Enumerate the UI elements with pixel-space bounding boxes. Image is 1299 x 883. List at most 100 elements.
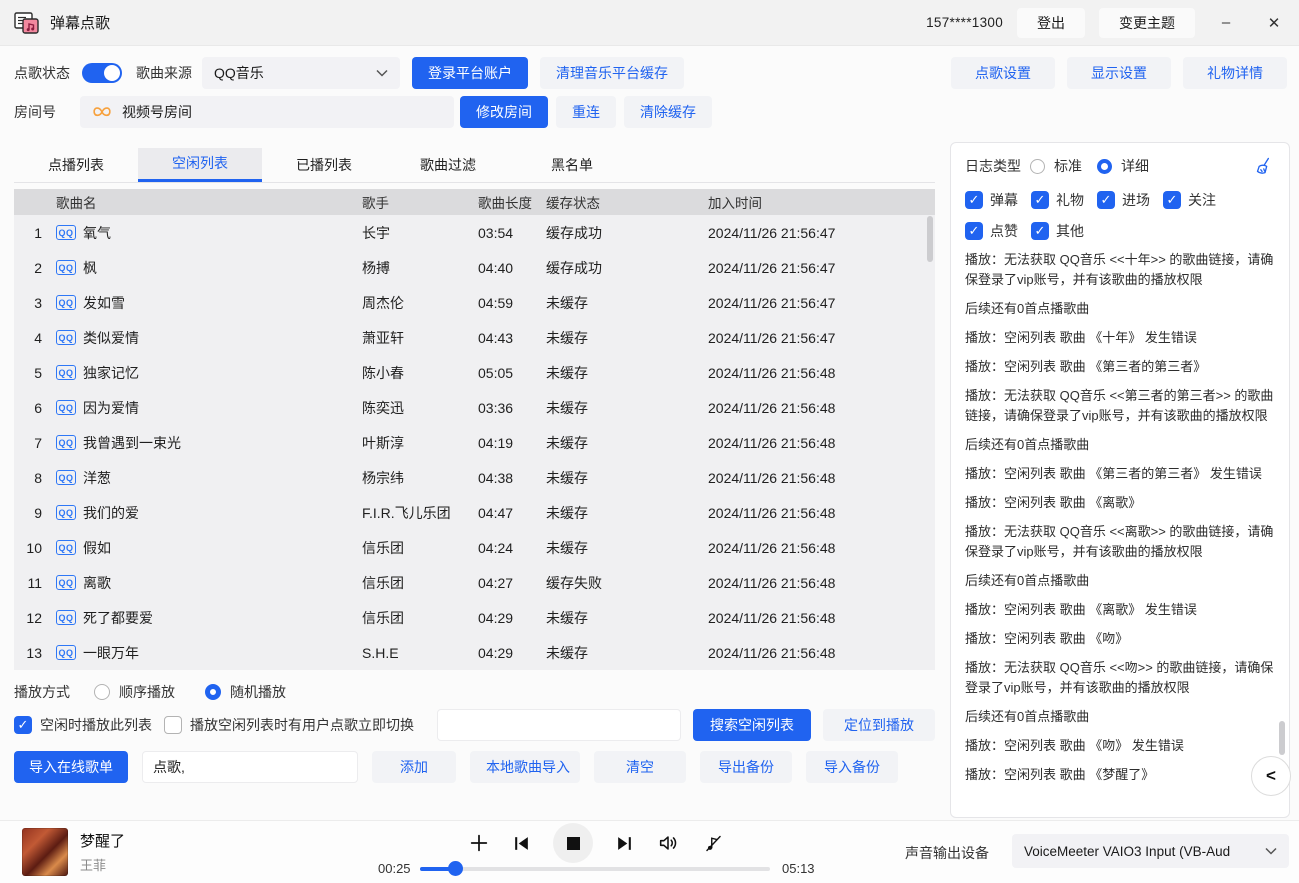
log-entry: 播放：空闲列表 歌曲 《离歌》 xyxy=(965,493,1275,513)
tab-blacklist[interactable]: 黑名单 xyxy=(510,148,634,182)
log-filter-checkbox[interactable]: 进场 xyxy=(1097,190,1150,210)
song-name: 因为爱情 xyxy=(83,398,139,418)
log-type-detailed-radio[interactable]: 详细 xyxy=(1097,156,1149,176)
log-entry: 播放：空闲列表 歌曲 《吻》 发生错误 xyxy=(965,736,1275,756)
tab-song-filter[interactable]: 歌曲过滤 xyxy=(386,148,510,182)
chevron-down-icon xyxy=(366,69,388,77)
log-type-standard-radio[interactable]: 标准 xyxy=(1030,156,1082,176)
table-row[interactable]: 13 QQ 一眼万年 S.H.E 04:29 未缓存 2024/11/26 21… xyxy=(14,635,935,670)
song-request-toggle[interactable] xyxy=(82,63,122,83)
tab-played-list[interactable]: 已播列表 xyxy=(262,148,386,182)
close-icon[interactable]: ✕ xyxy=(1257,8,1291,38)
reconnect-button[interactable]: 重连 xyxy=(556,96,616,128)
volume-icon xyxy=(656,832,680,854)
header-artist: 歌手 xyxy=(362,192,478,212)
clear-log-button[interactable] xyxy=(1255,156,1275,176)
table-row[interactable]: 1 QQ 氧气 长宇 03:54 缓存成功 2024/11/26 21:56:4… xyxy=(14,215,935,250)
audio-output-select[interactable]: VoiceMeeter VAIO3 Input (VB-Aud xyxy=(1012,834,1289,868)
log-filter-label: 其他 xyxy=(1056,221,1084,241)
locate-playing-button[interactable]: 定位到播放 xyxy=(823,709,935,741)
log-filter-checkbox[interactable]: 礼物 xyxy=(1031,190,1084,210)
random-play-radio[interactable]: 随机播放 xyxy=(205,682,286,702)
volume-button[interactable] xyxy=(656,832,680,854)
display-settings-button[interactable]: 显示设置 xyxy=(1067,57,1171,89)
log-filter-checkbox[interactable]: 弹幕 xyxy=(965,190,1018,210)
local-import-button[interactable]: 本地歌曲导入 xyxy=(470,751,580,783)
search-idle-list-button[interactable]: 搜索空闲列表 xyxy=(693,709,811,741)
song-name: 一眼万年 xyxy=(83,643,139,663)
collapse-log-panel-button[interactable]: < xyxy=(1251,756,1291,796)
minimize-icon[interactable]: – xyxy=(1209,8,1243,38)
previous-track-button[interactable] xyxy=(512,834,531,853)
song-source-select[interactable]: QQ音乐 xyxy=(202,57,400,89)
table-row[interactable]: 4 QQ 类似爱情 萧亚轩 04:43 未缓存 2024/11/26 21:56… xyxy=(14,320,935,355)
import-online-playlist-button[interactable]: 导入在线歌单 xyxy=(14,751,128,783)
cache-status: 缓存成功 xyxy=(546,258,694,278)
export-backup-button[interactable]: 导出备份 xyxy=(700,751,792,783)
logout-button[interactable]: 登出 xyxy=(1017,8,1085,38)
gift-details-button[interactable]: 礼物详情 xyxy=(1183,57,1287,89)
log-entry: 播放：空闲列表 歌曲 《第三者的第三者》 xyxy=(965,357,1275,377)
row-index: 4 xyxy=(14,330,56,346)
song-request-settings-button[interactable]: 点歌设置 xyxy=(951,57,1055,89)
table-row[interactable]: 7 QQ 我曾遇到一束光 叶斯淳 04:19 未缓存 2024/11/26 21… xyxy=(14,425,935,460)
switch-on-request-checkbox[interactable]: 播放空闲列表时有用户点歌立即切换 xyxy=(164,715,414,735)
clear-list-button[interactable]: 清空 xyxy=(594,751,686,783)
table-row[interactable]: 10 QQ 假如 信乐团 04:24 未缓存 2024/11/26 21:56:… xyxy=(14,530,935,565)
tab-idle-list[interactable]: 空闲列表 xyxy=(138,148,262,182)
table-row[interactable]: 2 QQ 枫 杨搏 04:40 缓存成功 2024/11/26 21:56:47 xyxy=(14,250,935,285)
table-row[interactable]: 9 QQ 我们的爱 F.I.R.飞儿乐团 04:47 未缓存 2024/11/2… xyxy=(14,495,935,530)
add-button[interactable]: 添加 xyxy=(372,751,456,783)
log-filter-checkbox[interactable]: 关注 xyxy=(1163,190,1216,210)
song-name: 独家记忆 xyxy=(83,363,139,383)
wechat-channels-icon xyxy=(91,104,113,120)
room-input[interactable]: 视频号房间 xyxy=(80,96,454,128)
sequential-play-radio[interactable]: 顺序播放 xyxy=(94,682,175,702)
log-filter-label: 弹幕 xyxy=(990,190,1018,210)
cache-status: 未缓存 xyxy=(546,398,694,418)
song-duration: 04:40 xyxy=(478,260,546,276)
login-platform-button[interactable]: 登录平台账户 xyxy=(412,57,528,89)
audio-output-label: 声音输出设备 xyxy=(905,843,989,863)
lyrics-off-button[interactable] xyxy=(702,833,725,854)
log-filter-checkbox[interactable]: 其他 xyxy=(1031,221,1084,241)
row-index: 10 xyxy=(14,540,56,556)
table-scrollbar[interactable] xyxy=(927,216,933,262)
clean-music-cache-button[interactable]: 清理音乐平台缓存 xyxy=(540,57,684,89)
log-panel: 日志类型 标准 详细 弹幕 礼物 xyxy=(950,142,1290,818)
log-scrollbar[interactable] xyxy=(1279,721,1285,755)
toggle-knob xyxy=(104,65,120,81)
table-row[interactable]: 12 QQ 死了都要爱 信乐团 04:29 未缓存 2024/11/26 21:… xyxy=(14,600,935,635)
stop-button[interactable] xyxy=(553,823,593,863)
modify-room-button[interactable]: 修改房间 xyxy=(460,96,548,128)
row-index: 7 xyxy=(14,435,56,451)
progress-thumb[interactable] xyxy=(448,861,463,876)
idle-search-input[interactable] xyxy=(437,709,681,741)
log-filters: 弹幕 礼物 进场 关注 点赞 其他 xyxy=(965,190,1275,241)
progress-track[interactable] xyxy=(420,867,770,871)
request-prefix-input[interactable] xyxy=(142,751,358,783)
table-row[interactable]: 8 QQ 洋葱 杨宗纬 04:38 未缓存 2024/11/26 21:56:4… xyxy=(14,460,935,495)
audio-output-value: VoiceMeeter VAIO3 Input (VB-Aud xyxy=(1024,844,1230,859)
next-track-button[interactable] xyxy=(615,834,634,853)
header-added-time: 加入时间 xyxy=(694,192,935,212)
music-note-off-icon xyxy=(702,833,725,854)
table-row[interactable]: 6 QQ 因为爱情 陈奕迅 03:36 未缓存 2024/11/26 21:56… xyxy=(14,390,935,425)
added-time: 2024/11/26 21:56:48 xyxy=(694,435,935,451)
table-row[interactable]: 3 QQ 发如雪 周杰伦 04:59 未缓存 2024/11/26 21:56:… xyxy=(14,285,935,320)
added-time: 2024/11/26 21:56:47 xyxy=(694,260,935,276)
tab-requested-list[interactable]: 点播列表 xyxy=(14,148,138,182)
log-filter-checkbox[interactable]: 点赞 xyxy=(965,221,1018,241)
qq-music-badge-icon: QQ xyxy=(56,505,76,520)
import-row: 导入在线歌单 添加 本地歌曲导入 清空 导出备份 导入备份 xyxy=(14,750,935,784)
clear-cache-button[interactable]: 清除缓存 xyxy=(624,96,712,128)
idle-play-checkbox[interactable]: 空闲时播放此列表 xyxy=(14,715,152,735)
qq-music-badge-icon: QQ xyxy=(56,260,76,275)
table-row[interactable]: 5 QQ 独家记忆 陈小春 05:05 未缓存 2024/11/26 21:56… xyxy=(14,355,935,390)
change-theme-button[interactable]: 变更主题 xyxy=(1099,8,1195,38)
table-row[interactable]: 11 QQ 离歌 信乐团 04:27 缓存失败 2024/11/26 21:56… xyxy=(14,565,935,600)
import-backup-button[interactable]: 导入备份 xyxy=(806,751,898,783)
row-index: 9 xyxy=(14,505,56,521)
song-artist: 信乐团 xyxy=(362,538,478,558)
add-song-button[interactable] xyxy=(468,832,490,854)
